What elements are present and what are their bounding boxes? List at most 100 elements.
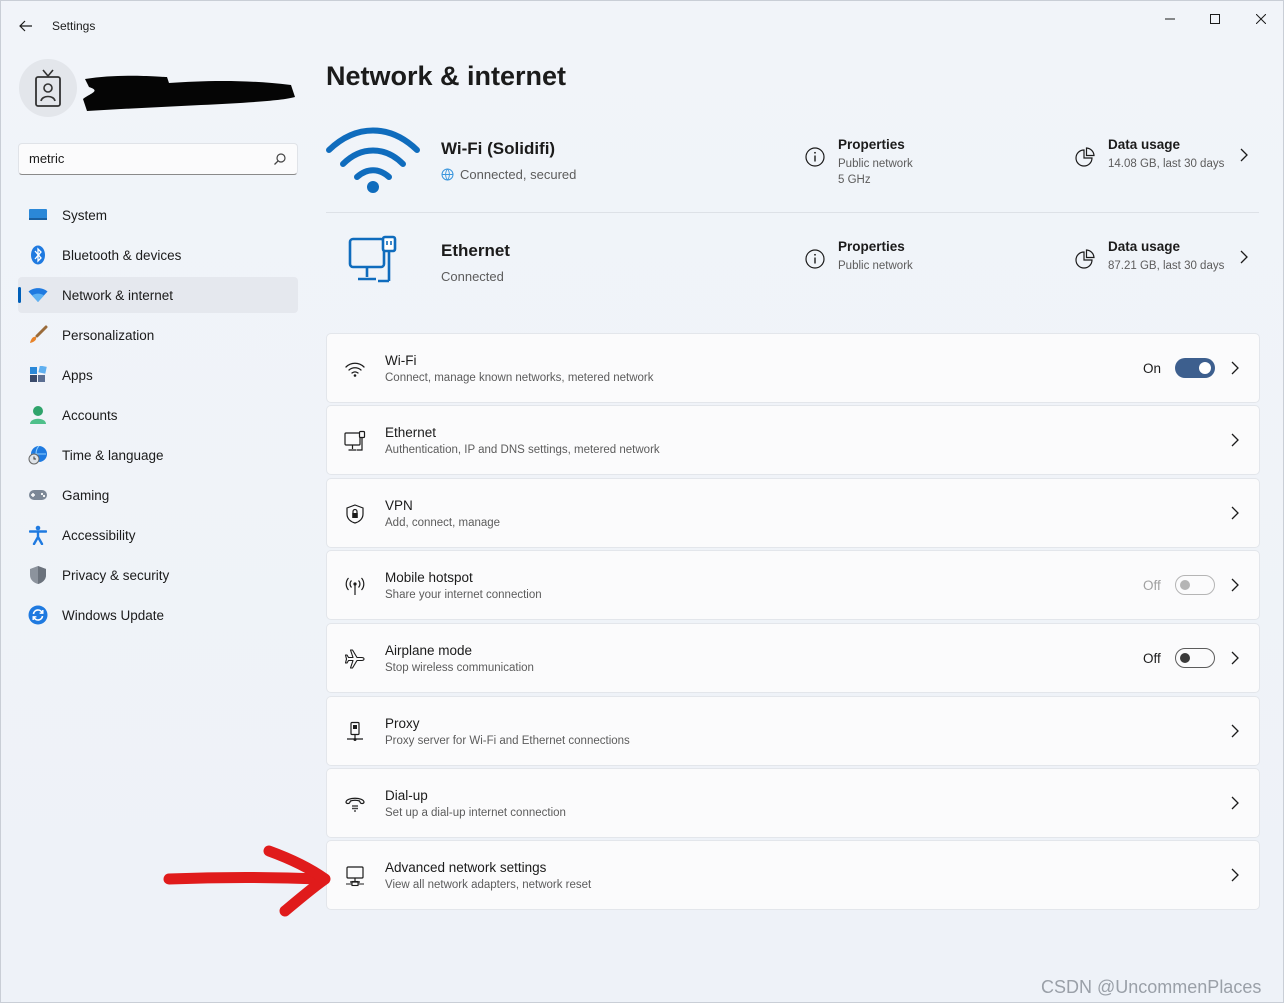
system-icon: [28, 205, 48, 225]
maximize-button[interactable]: [1192, 7, 1238, 31]
gamepad-icon: [28, 485, 48, 505]
chevron-right-icon[interactable]: [1230, 796, 1240, 810]
wifi-icon: [28, 285, 48, 305]
card-title: Mobile hotspot: [385, 570, 473, 585]
data-usage-title: Data usage: [1108, 239, 1181, 254]
card-mobile-hotspot[interactable]: Mobile hotspot Share your internet conne…: [326, 550, 1260, 620]
settings-window: Settings metric System Bluetooth & devic…: [0, 0, 1284, 1003]
airplane-icon: [343, 647, 367, 671]
proxy-icon: [343, 720, 367, 744]
card-subtitle: View all network adapters, network reset: [385, 879, 592, 891]
sidebar-item-accessibility[interactable]: Accessibility: [18, 517, 298, 553]
card-title: Advanced network settings: [385, 860, 547, 875]
ethernet-data-usage-link[interactable]: Data usage 87.21 GB, last 30 days: [1074, 239, 1224, 274]
toggle-knob: [1180, 653, 1190, 663]
properties-title: Properties: [838, 239, 905, 254]
card-title: Wi-Fi: [385, 353, 417, 368]
ethernet-connection-summary: Ethernet Connected Properties Public net…: [326, 219, 1259, 315]
sidebar-item-system[interactable]: System: [18, 197, 298, 233]
sidebar-item-time-language[interactable]: Time & language: [18, 437, 298, 473]
sidebar-item-accounts[interactable]: Accounts: [18, 397, 298, 433]
minimize-button[interactable]: [1147, 7, 1193, 31]
properties-title: Properties: [838, 137, 905, 152]
card-subtitle: Authentication, IP and DNS settings, met…: [385, 444, 660, 456]
search-box[interactable]: [18, 143, 298, 175]
globe-icon: [441, 168, 454, 181]
sidebar-item-network[interactable]: Network & internet: [18, 277, 298, 313]
sidebar-item-label: Privacy & security: [62, 567, 170, 583]
update-icon: [28, 605, 48, 625]
wifi-toggle-label: On: [1143, 361, 1162, 376]
search-input[interactable]: [29, 151, 259, 166]
sidebar-item-label: Accessibility: [62, 527, 136, 543]
sidebar-item-privacy[interactable]: Privacy & security: [18, 557, 298, 593]
chevron-right-icon[interactable]: [1230, 506, 1240, 520]
title-bar: Settings: [1, 1, 1283, 49]
accessibility-icon: [28, 525, 48, 545]
sidebar-item-bluetooth[interactable]: Bluetooth & devices: [18, 237, 298, 273]
card-dial-up[interactable]: Dial-up Set up a dial-up internet connec…: [326, 768, 1260, 838]
page-title: Network & internet: [326, 61, 567, 91]
properties-network-type: Public network: [838, 158, 913, 170]
card-subtitle: Add, connect, manage: [385, 517, 501, 529]
chevron-right-icon[interactable]: [1230, 361, 1240, 375]
card-wifi[interactable]: Wi-Fi Connect, manage known networks, me…: [326, 333, 1260, 403]
sidebar-item-personalization[interactable]: Personalization: [18, 317, 298, 353]
chevron-right-icon[interactable]: [1230, 651, 1240, 665]
card-proxy[interactable]: Proxy Proxy server for Wi-Fi and Etherne…: [326, 696, 1260, 766]
chevron-right-icon[interactable]: [1238, 249, 1250, 265]
ethernet-connection-name: Ethernet: [441, 241, 510, 260]
card-airplane-mode[interactable]: Airplane mode Stop wireless communicatio…: [326, 623, 1260, 693]
wifi-toggle[interactable]: [1175, 358, 1215, 378]
info-icon: [805, 249, 825, 269]
wifi-data-usage-link[interactable]: Data usage 14.08 GB, last 30 days: [1074, 137, 1224, 172]
sidebar-item-windows-update[interactable]: Windows Update: [18, 597, 298, 633]
info-icon: [805, 147, 825, 167]
chevron-right-icon[interactable]: [1238, 147, 1250, 163]
brush-icon: [28, 325, 48, 345]
sidebar-item-label: Time & language: [62, 447, 164, 463]
vpn-shield-icon: [343, 502, 367, 526]
ethernet-properties-link[interactable]: Properties Public network: [804, 239, 913, 274]
wifi-properties-link[interactable]: Properties Public network 5 GHz: [804, 137, 913, 188]
pie-chart-icon: [1075, 147, 1095, 167]
sidebar-item-label: Network & internet: [62, 287, 174, 303]
close-icon: [1256, 14, 1266, 24]
back-arrow-icon: [19, 20, 32, 32]
card-advanced-network-settings[interactable]: Advanced network settings View all netwo…: [326, 840, 1260, 910]
chevron-right-icon[interactable]: [1230, 578, 1240, 592]
app-title: Settings: [52, 19, 96, 33]
card-vpn[interactable]: VPN Add, connect, manage: [326, 478, 1260, 548]
bluetooth-icon: [28, 245, 48, 265]
network-adapter-icon: [343, 864, 367, 888]
chevron-right-icon[interactable]: [1230, 433, 1240, 447]
card-subtitle: Share your internet connection: [385, 589, 542, 601]
chevron-right-icon[interactable]: [1230, 868, 1240, 882]
properties-band: 5 GHz: [838, 174, 871, 186]
sidebar-nav: System Bluetooth & devices Network & int…: [18, 197, 298, 637]
card-subtitle: Connect, manage known networks, metered …: [385, 372, 654, 384]
minimize-icon: [1165, 18, 1175, 20]
hotspot-toggle[interactable]: [1175, 575, 1215, 595]
sidebar-item-label: Personalization: [62, 327, 155, 343]
sidebar-item-label: Bluetooth & devices: [62, 247, 182, 263]
sidebar-item-label: Gaming: [62, 487, 110, 503]
search-icon[interactable]: [273, 152, 287, 166]
ethernet-connection-status: Connected: [441, 269, 504, 284]
card-subtitle: Stop wireless communication: [385, 662, 534, 674]
card-subtitle: Proxy server for Wi-Fi and Ethernet conn…: [385, 735, 630, 747]
toggle-knob: [1180, 580, 1190, 590]
card-ethernet[interactable]: Ethernet Authentication, IP and DNS sett…: [326, 405, 1260, 475]
chevron-right-icon[interactable]: [1230, 724, 1240, 738]
card-subtitle: Set up a dial-up internet connection: [385, 807, 566, 819]
back-button[interactable]: [15, 15, 37, 37]
watermark: CSDN @UncommenPlaces: [1041, 977, 1262, 997]
avatar[interactable]: [19, 59, 77, 117]
sidebar-item-apps[interactable]: Apps: [18, 357, 298, 393]
airplane-toggle[interactable]: [1175, 648, 1215, 668]
ethernet-large-icon: [326, 223, 420, 299]
person-icon: [28, 405, 48, 425]
globe-clock-icon: [28, 445, 48, 465]
sidebar-item-gaming[interactable]: Gaming: [18, 477, 298, 513]
close-button[interactable]: [1238, 7, 1284, 31]
